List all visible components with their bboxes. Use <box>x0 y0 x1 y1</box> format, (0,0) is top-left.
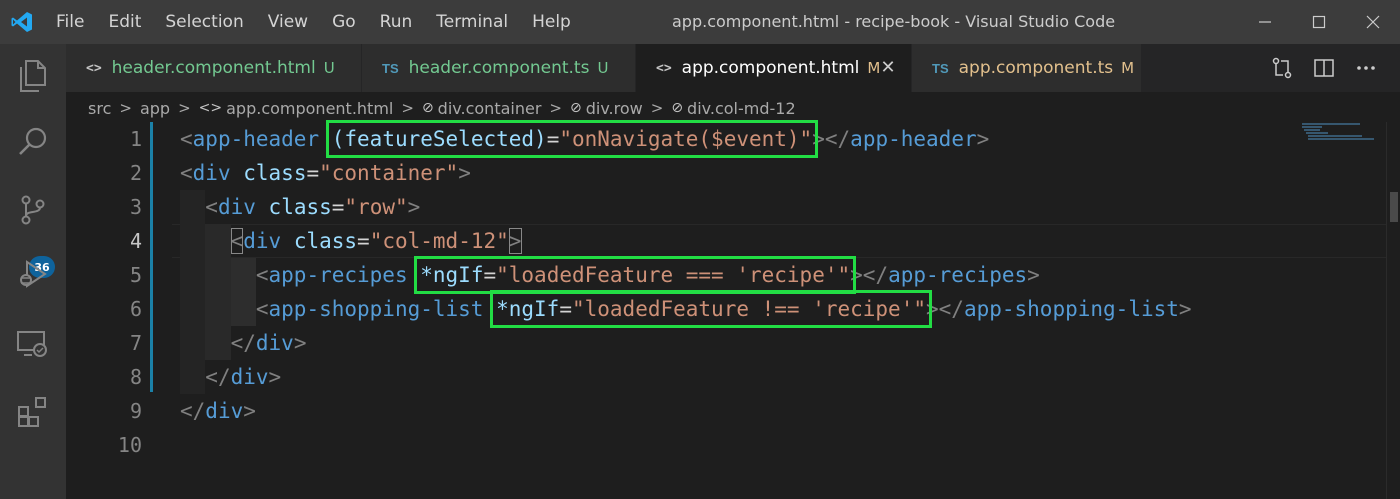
tab-label: app.component.html <box>681 58 860 78</box>
search-icon[interactable] <box>0 110 66 174</box>
minimize-button[interactable] <box>1238 0 1292 44</box>
code-text: <div class="container"> <box>180 161 471 185</box>
git-status-modified: M <box>1121 59 1135 77</box>
run-debug-icon[interactable] <box>0 242 66 306</box>
split-editor-icon[interactable] <box>1310 54 1338 82</box>
typescript-file-icon: TS <box>932 60 949 76</box>
git-status-untracked: U <box>323 59 335 77</box>
scrollbar-thumb[interactable] <box>1390 192 1398 222</box>
open-changes-icon[interactable] <box>1268 54 1296 82</box>
menu-file[interactable]: File <box>44 0 96 44</box>
element-symbol-icon: ⊘ <box>421 100 434 116</box>
maximize-icon <box>1312 15 1326 29</box>
annotation-highlight-box <box>414 256 857 294</box>
line-number: 1 <box>129 127 142 151</box>
menu-bar: File Edit Selection View Go Run Terminal… <box>44 0 583 44</box>
editor-tab-bar: <> header.component.html U TS header.com… <box>66 44 1400 92</box>
maximize-button[interactable] <box>1292 0 1346 44</box>
line-number: 7 <box>129 331 142 355</box>
menu-edit[interactable]: Edit <box>96 0 153 44</box>
git-status-untracked: U <box>597 59 609 77</box>
tab-header-component-ts[interactable]: TS header.component.ts U <box>362 44 636 92</box>
code-line[interactable]: 4 <div class="col-md-12"> <box>66 224 1386 258</box>
tab-label: header.component.ts <box>408 58 590 78</box>
chevron-right-icon: > <box>119 99 132 117</box>
explorer-icon[interactable] <box>0 44 66 108</box>
html-file-icon: <> <box>86 60 102 76</box>
line-number: 9 <box>129 399 142 423</box>
more-actions-icon[interactable] <box>1352 54 1380 82</box>
html-file-icon: <> <box>656 60 672 76</box>
window-controls <box>1238 0 1400 44</box>
line-number: 3 <box>129 195 142 219</box>
code-text: <div class="row"> <box>205 195 421 219</box>
code-line[interactable]: 2 <div class="container"> <box>66 156 1386 190</box>
annotation-highlight-box <box>490 290 933 328</box>
annotation-highlight-box <box>325 120 819 158</box>
code-text: </div> <box>230 331 307 355</box>
code-line[interactable]: 8 </div> <box>66 360 1386 394</box>
line-number: 6 <box>129 297 142 321</box>
editor-actions <box>1268 44 1380 92</box>
code-editor[interactable]: 1 <app-header (featureSelected)="onNaviga… <box>66 120 1386 499</box>
breadcrumb-src[interactable]: src <box>88 99 111 118</box>
menu-selection[interactable]: Selection <box>153 0 255 44</box>
minimize-icon <box>1259 21 1271 23</box>
element-symbol-icon: ⊘ <box>569 100 582 116</box>
tab-label: header.component.html <box>111 58 316 78</box>
chevron-right-icon: > <box>549 99 562 117</box>
line-number: 5 <box>129 263 142 287</box>
tab-app-component-html[interactable]: <> app.component.html M ✕ <box>636 44 912 92</box>
html-file-icon: <> <box>198 100 223 116</box>
tab-app-component-ts[interactable]: TS app.component.ts M <box>912 44 1142 92</box>
tab-label: app.component.ts <box>958 58 1114 78</box>
menu-terminal[interactable]: Terminal <box>424 0 520 44</box>
line-number: 2 <box>129 161 142 185</box>
code-line[interactable]: 10 <box>66 428 1386 462</box>
bracket-match-indicator <box>230 228 244 254</box>
code-text: </div> <box>205 365 282 389</box>
close-icon <box>1366 15 1380 29</box>
minimap[interactable] <box>1300 122 1380 162</box>
line-number: 8 <box>129 365 142 389</box>
vscode-logo-icon <box>0 0 44 44</box>
tab-header-component-html[interactable]: <> header.component.html U <box>66 44 362 92</box>
code-line[interactable]: 9 </div> <box>66 394 1386 428</box>
line-number: 4 <box>129 229 142 253</box>
activity-bar: 36 <box>0 44 66 499</box>
line-number: 10 <box>117 433 142 457</box>
window-title: app.component.html - recipe-book - Visua… <box>672 12 1116 31</box>
extensions-icon[interactable] <box>0 380 66 444</box>
title-bar: File Edit Selection View Go Run Terminal… <box>0 0 1400 44</box>
breadcrumb-element[interactable]: div.container <box>438 99 542 118</box>
code-text: </div> <box>180 399 256 423</box>
close-window-button[interactable] <box>1346 0 1400 44</box>
breadcrumb-element[interactable]: div.col-md-12 <box>687 99 796 118</box>
menu-view[interactable]: View <box>256 0 320 44</box>
chevron-right-icon: > <box>650 99 664 117</box>
menu-run[interactable]: Run <box>368 0 425 44</box>
menu-help[interactable]: Help <box>520 0 583 44</box>
vertical-scrollbar[interactable] <box>1386 122 1400 499</box>
code-line[interactable]: 3 <div class="row"> <box>66 190 1386 224</box>
menu-go[interactable]: Go <box>320 0 368 44</box>
bracket-match-indicator <box>508 228 522 254</box>
breadcrumb-file[interactable]: app.component.html <box>226 99 393 118</box>
chevron-right-icon: > <box>401 99 414 117</box>
source-control-icon[interactable] <box>0 178 66 242</box>
breadcrumb: src > app > <> app.component.html > ⊘ di… <box>88 96 796 120</box>
breadcrumb-app[interactable]: app <box>140 99 170 118</box>
breadcrumb-element[interactable]: div.row <box>586 99 643 118</box>
typescript-file-icon: TS <box>382 60 399 76</box>
code-line[interactable]: 7 </div> <box>66 326 1386 360</box>
chevron-right-icon: > <box>178 99 191 117</box>
element-symbol-icon: ⊘ <box>671 100 684 116</box>
remote-explorer-icon[interactable] <box>0 312 66 376</box>
close-tab-icon[interactable]: ✕ <box>877 57 899 79</box>
